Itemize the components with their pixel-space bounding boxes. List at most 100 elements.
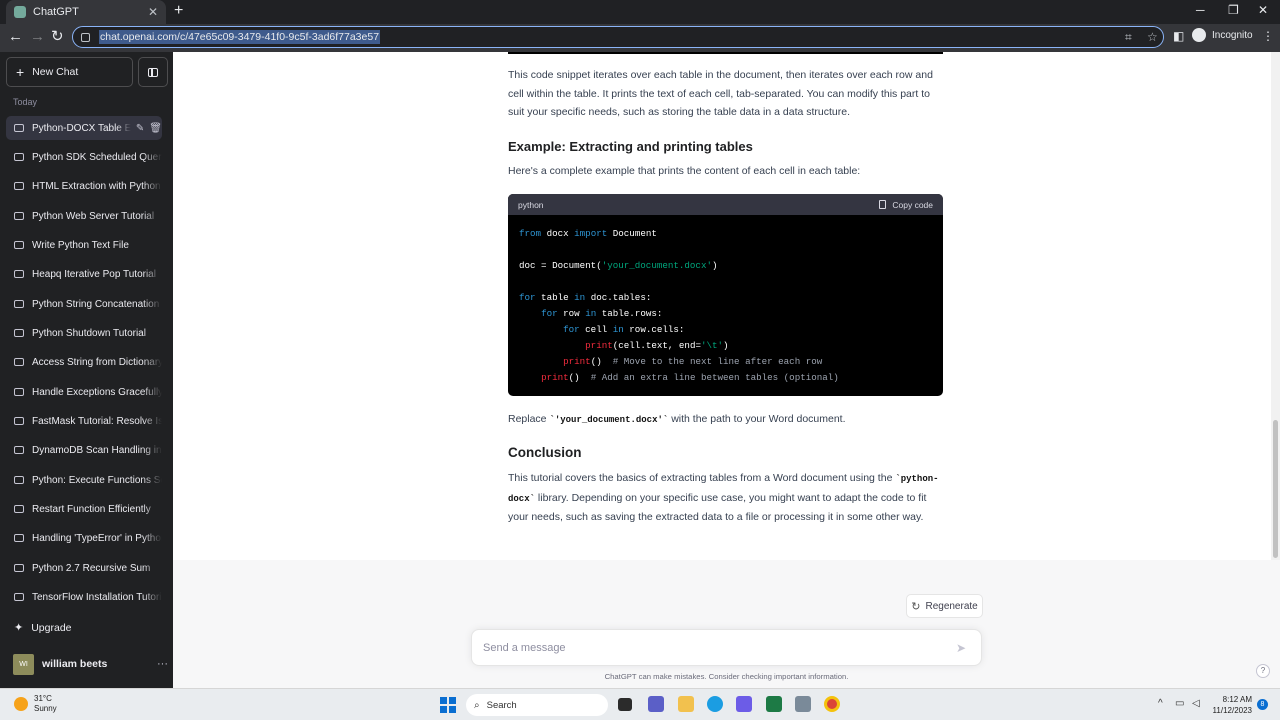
tray-chevron-icon[interactable]: ^ [1158, 698, 1163, 709]
chat-scrollbar[interactable] [1271, 52, 1280, 560]
conversation-title: Python Web Server Tutorial [32, 210, 155, 222]
sidebar-toggle-icon [148, 67, 158, 77]
plus-icon: + [16, 64, 25, 80]
regenerate-icon: ↻ [911, 600, 921, 613]
conversation-title: Python: Execute Functions Sequentially [32, 474, 162, 486]
conversation-item[interactable]: Python SDK Scheduled Queries [6, 145, 162, 169]
code-block: python Copy code from docx import Docume… [508, 194, 943, 396]
clock-time: 8:12 AM [1222, 695, 1252, 704]
toggle-sidebar-button[interactable] [138, 57, 168, 87]
code-block-header: python Copy code [508, 194, 943, 215]
replace-paragraph: Replace `'your_document.docx'` with the … [508, 410, 943, 430]
url-text[interactable]: chat.openai.com/c/47e65c09-3479-41f0-9c5… [99, 30, 381, 44]
conversation-item[interactable]: Handle Exceptions Gracefully [6, 380, 162, 404]
chat-bubble-icon [14, 300, 24, 308]
edit-icon[interactable]: ✎ [136, 123, 144, 134]
conversation-title: Write Python Text File [32, 239, 129, 251]
temperature: 31°C [34, 694, 52, 703]
reload-icon[interactable]: ↻ [51, 29, 64, 45]
task-view-icon[interactable] [618, 698, 632, 711]
chat-bubble-icon [14, 329, 24, 337]
volume-icon[interactable]: ◁ [1192, 698, 1200, 709]
network-app-icon[interactable] [795, 696, 811, 712]
upgrade-button[interactable]: ✦ Upgrade [14, 621, 72, 635]
file-explorer-icon[interactable] [678, 696, 694, 712]
delete-icon[interactable]: 🗑 [149, 123, 162, 134]
excel-icon[interactable] [766, 696, 782, 712]
address-bar[interactable]: chat.openai.com/c/47e65c09-3479-41f0-9c5… [72, 26, 1164, 48]
inline-code-filename: `'your_document.docx'` [549, 415, 669, 425]
teams-chat-icon[interactable] [648, 696, 664, 712]
user-menu[interactable]: WI william beets ··· [13, 652, 168, 676]
chrome-icon[interactable] [824, 696, 840, 712]
conversation-item[interactable]: DynamoDB Scan Handling in Python [6, 438, 162, 462]
new-chat-button[interactable]: + New Chat [6, 57, 133, 87]
forward-icon[interactable]: → [30, 29, 45, 45]
chat-bubble-icon [14, 593, 24, 601]
minimize-icon[interactable]: ─ [1196, 3, 1205, 17]
bookmark-star-icon[interactable]: ☆ [1147, 30, 1158, 44]
upgrade-label: Upgrade [31, 621, 72, 634]
composer-area [173, 560, 1280, 688]
chat-bubble-icon [14, 476, 24, 484]
weather-condition: Sunny [34, 704, 57, 713]
chat-bubble-icon [14, 564, 24, 572]
close-tab-icon[interactable]: ✕ [148, 5, 158, 19]
conversation-item[interactable]: Restart Function Efficiently [6, 497, 162, 521]
message-input[interactable] [483, 641, 949, 654]
system-clock[interactable]: 8:12 AM 11/12/2023 [1210, 694, 1252, 716]
message-input-box[interactable]: ➤ [471, 629, 982, 666]
conversation-item[interactable]: FastMask Tutorial: Resolve Issues [6, 409, 162, 433]
window-close-icon[interactable]: ✕ [1258, 3, 1268, 17]
edge-browser-icon[interactable] [707, 696, 723, 712]
conversation-item[interactable]: Heapq Iterative Pop Tutorial [6, 262, 162, 286]
conversation-title: DynamoDB Scan Handling in Python [32, 444, 162, 456]
back-icon[interactable]: ← [8, 29, 23, 45]
previous-code-block-edge [508, 52, 943, 54]
conversation-item-active[interactable]: Python-DOCX Table Extraction ✎ 🗑 [6, 116, 162, 140]
lock-icon [81, 32, 90, 42]
conversation-item[interactable]: Python String Concatenation [6, 292, 162, 316]
conversation-title: Heapq Iterative Pop Tutorial [32, 268, 156, 280]
avatar: WI [13, 653, 34, 675]
conversation-item[interactable]: Python 2.7 Recursive Sum [6, 556, 162, 580]
chatgpt-favicon-icon [14, 6, 26, 18]
weather-widget[interactable]: 31°C Sunny [14, 694, 57, 714]
regenerate-button[interactable]: ↻ Regenerate [906, 594, 983, 618]
copy-code-button[interactable]: Copy code [879, 200, 933, 210]
taskbar-search[interactable]: ⌕ Search [466, 694, 608, 716]
conversation-item[interactable]: Python Web Server Tutorial [6, 204, 162, 228]
conversation-title: Python Shutdown Tutorial [32, 327, 146, 339]
browser-tab[interactable]: ChatGPT ✕ [6, 0, 166, 24]
notification-badge[interactable]: 8 [1257, 699, 1268, 710]
conversation-title: Access String from Dictionary [32, 356, 162, 368]
conversation-item[interactable]: Handling 'TypeError' in Python [6, 526, 162, 550]
restore-icon[interactable]: ❐ [1228, 3, 1239, 17]
conversation-title: Python SDK Scheduled Queries [32, 151, 162, 163]
taskbar: 31°C Sunny ⌕ Search ^ ▭ ◁ 8:12 AM 11/12/… [0, 688, 1280, 720]
incognito-indicator[interactable]: Incognito [1192, 28, 1253, 42]
chat-bubble-icon [14, 534, 24, 542]
browser-menu-icon[interactable]: ⋮ [1262, 29, 1274, 43]
side-panel-icon[interactable]: ◧ [1173, 29, 1184, 43]
conversation-title: TensorFlow Installation Tutorial [32, 591, 162, 603]
qr-code-icon[interactable]: ⌗ [1125, 30, 1132, 45]
new-tab-icon[interactable]: + [174, 3, 183, 19]
more-options-icon[interactable]: ··· [157, 658, 168, 670]
windows-start-icon[interactable] [440, 697, 456, 713]
conversation-item[interactable]: Write Python Text File [6, 233, 162, 257]
conversation-item[interactable]: HTML Extraction with Python [6, 174, 162, 198]
chat-bubble-icon [14, 153, 24, 161]
conversation-item[interactable]: Python: Execute Functions Sequentially [6, 468, 162, 492]
network-icon[interactable]: ▭ [1175, 698, 1184, 709]
vpn-app-icon[interactable] [736, 696, 752, 712]
conversation-item[interactable]: TensorFlow Installation Tutorial [6, 585, 162, 609]
conclusion-text-pre: This tutorial covers the basics of extra… [508, 472, 896, 484]
scrollbar-thumb[interactable] [1273, 420, 1278, 558]
help-button[interactable]: ? [1256, 664, 1270, 678]
conversation-item[interactable]: Access String from Dictionary [6, 350, 162, 374]
conversation-item[interactable]: Python Shutdown Tutorial [6, 321, 162, 345]
incognito-label: Incognito [1212, 29, 1253, 41]
chat-bubble-icon [14, 182, 24, 190]
send-icon[interactable]: ➤ [949, 641, 973, 655]
